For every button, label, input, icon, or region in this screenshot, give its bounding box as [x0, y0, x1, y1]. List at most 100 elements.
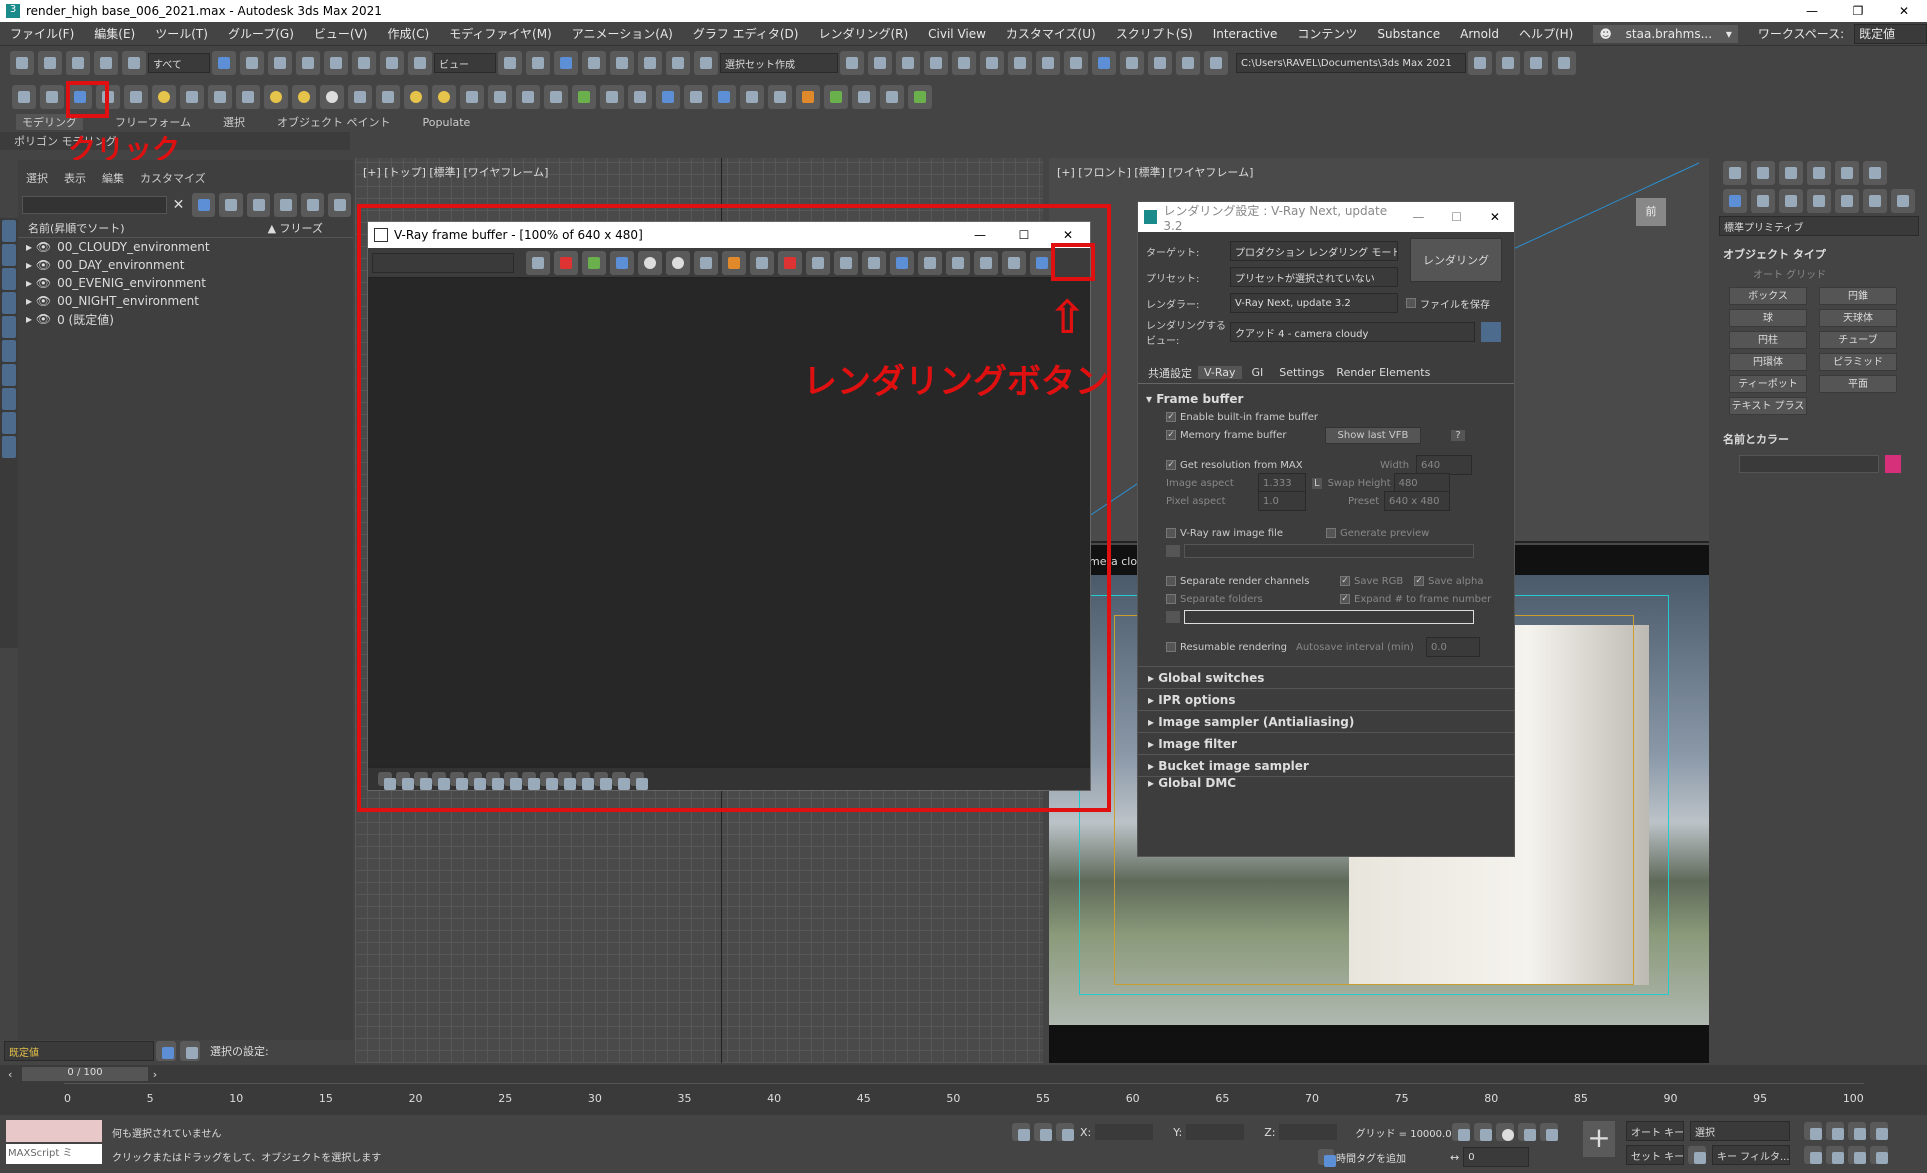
view-dropdown[interactable]: クアッド 4 - camera cloudy	[1230, 322, 1475, 342]
vray-sun-icon[interactable]	[236, 85, 260, 109]
project-path-dropdown[interactable]: C:\Users\RAVEL\Documents\3ds Max 2021	[1236, 53, 1466, 73]
menu-content[interactable]: コンテンツ	[1297, 25, 1357, 42]
scene-tab-select[interactable]: 選択	[26, 170, 48, 186]
vray-camera-icon[interactable]	[712, 85, 736, 109]
strip-btn-3[interactable]	[2, 268, 16, 290]
frame-arrows[interactable]: ↔	[1450, 1151, 1459, 1164]
lock-aspect-button[interactable]: L	[1312, 477, 1322, 489]
menu-arnold[interactable]: Arnold	[1460, 27, 1499, 41]
key-mode-icon[interactable]	[1688, 1146, 1706, 1164]
ribbon-tab-selection[interactable]: 選択	[223, 114, 245, 130]
layers-icon[interactable]	[273, 193, 297, 217]
menu-group[interactable]: グループ(G)	[228, 25, 294, 42]
maximize-button[interactable]: ❐	[1835, 4, 1881, 18]
list-icon[interactable]	[880, 85, 904, 109]
hierarchy-tab-icon[interactable]	[1779, 161, 1803, 185]
zoom-extents-all-icon[interactable]	[1870, 1122, 1888, 1140]
raw-path-browse[interactable]	[1166, 545, 1180, 557]
zoom-all-icon[interactable]	[1826, 1122, 1844, 1140]
select-manipulate-icon[interactable]	[526, 51, 550, 75]
tab-settings[interactable]: Settings	[1273, 366, 1330, 379]
redo-icon[interactable]	[38, 51, 62, 75]
menu-customize[interactable]: カスタマイズ(U)	[1006, 25, 1096, 42]
align-icon[interactable]	[868, 51, 892, 75]
vray-sphere-icon[interactable]	[320, 85, 344, 109]
unlink-icon[interactable]	[94, 51, 118, 75]
lock-view-icon[interactable]	[1481, 322, 1501, 342]
scene-tab-edit[interactable]: 編集	[102, 170, 124, 186]
rollout-bucket-sampler[interactable]: ▸ Bucket image sampler	[1138, 754, 1514, 776]
geosphere-button[interactable]: 天球体	[1819, 309, 1897, 327]
rollout-ipr-options[interactable]: ▸ IPR options	[1138, 688, 1514, 710]
maximize-viewport-icon[interactable]	[1870, 1146, 1888, 1164]
rs-minimize-button[interactable]: —	[1399, 210, 1437, 224]
z-coord-field[interactable]	[1279, 1124, 1338, 1140]
vray-cone-icon[interactable]	[376, 85, 400, 109]
menu-substance[interactable]: Substance	[1377, 27, 1440, 41]
cameras-icon[interactable]	[1807, 189, 1831, 213]
scene-tab-display[interactable]: 表示	[64, 170, 86, 186]
vray-teapot-icon[interactable]	[12, 85, 36, 109]
menu-animation[interactable]: アニメーション(A)	[572, 25, 673, 42]
snap-toggle-icon[interactable]	[582, 51, 606, 75]
scene-layer-row[interactable]: ▸ 👁 00_CLOUDY_environment	[18, 238, 353, 256]
autogrid-label[interactable]: オート グリッド	[1713, 266, 1927, 281]
primitive-type-dropdown[interactable]: 標準プリミティブ	[1719, 216, 1919, 236]
textplus-button[interactable]: テキスト プラス	[1729, 397, 1807, 415]
close-button[interactable]: ✕	[1881, 4, 1927, 18]
rollout-image-filter[interactable]: ▸ Image filter	[1138, 732, 1514, 754]
vray-env-icon[interactable]	[656, 85, 680, 109]
strip-btn-1[interactable]	[2, 220, 16, 242]
mirror-icon[interactable]	[840, 51, 864, 75]
quick-access-icon[interactable]	[1204, 51, 1228, 75]
vray-plane-icon[interactable]	[264, 85, 288, 109]
scene-layer-row[interactable]: ▸ 👁 00_EVENIG_environment	[18, 274, 353, 292]
rollout-global-dmc[interactable]: ▸ Global DMC	[1138, 776, 1514, 788]
image-icon[interactable]	[908, 85, 932, 109]
vray-sunlight-icon[interactable]	[404, 85, 428, 109]
vray-displace-icon[interactable]	[544, 85, 568, 109]
menu-modifiers[interactable]: モディファイヤ(M)	[449, 25, 552, 42]
width-field[interactable]: 640	[1416, 455, 1472, 475]
strip-btn-8[interactable]	[2, 388, 16, 410]
play-icon[interactable]	[1496, 1123, 1514, 1141]
vray-hair-icon[interactable]	[600, 85, 624, 109]
show-last-vfb-button[interactable]: Show last VFB	[1324, 426, 1422, 444]
timeline-ruler[interactable]: 0 5 10 15 20 25 30 35 40 45 50 55 60 65 …	[64, 1083, 1864, 1113]
workspace-dropdown[interactable]: 既定値	[1854, 23, 1927, 44]
tab-common[interactable]: 共通設定	[1142, 365, 1198, 381]
frame-buffer-header[interactable]: ▾ Frame buffer	[1146, 390, 1506, 408]
render-setup-toolbar-icon[interactable]	[1036, 51, 1060, 75]
autosave-field[interactable]: 0.0	[1426, 637, 1480, 657]
resumable-checkbox[interactable]	[1166, 642, 1176, 652]
vray-help-icon[interactable]	[768, 85, 792, 109]
fov-icon[interactable]	[1804, 1146, 1822, 1164]
rendered-frame-icon[interactable]	[1064, 51, 1088, 75]
plane-button[interactable]: 平面	[1819, 375, 1897, 393]
display-tab-icon[interactable]	[1835, 161, 1859, 185]
fp-icon[interactable]	[796, 85, 820, 109]
spinner-snap-icon[interactable]	[666, 51, 690, 75]
object-type-header[interactable]: オブジェクト タイプ	[1713, 246, 1927, 262]
save-rgb-checkbox[interactable]: ✓	[1340, 576, 1350, 586]
res-preset-dropdown[interactable]: 640 x 480	[1384, 491, 1450, 511]
rect-selection-icon[interactable]	[268, 51, 292, 75]
scene-layer-row[interactable]: ▸ 👁 00_NIGHT_environment	[18, 292, 353, 310]
current-frame-field[interactable]: 0	[1463, 1147, 1530, 1167]
ref-coord-dropdown[interactable]: ビュー	[434, 53, 496, 73]
scene-search-input[interactable]	[22, 196, 167, 214]
ribbon-toggle-icon[interactable]	[924, 51, 948, 75]
rollout-global-switches[interactable]: ▸ Global switches	[1138, 666, 1514, 688]
schematic-view-icon[interactable]	[980, 51, 1004, 75]
strip-btn-7[interactable]	[2, 364, 16, 386]
pan-icon[interactable]	[1826, 1146, 1844, 1164]
strip-btn-4[interactable]	[2, 292, 16, 314]
prev-key-icon[interactable]	[1474, 1123, 1492, 1141]
column-freeze-header[interactable]: ▲ フリーズ	[268, 220, 323, 236]
cylinder-button[interactable]: 円柱	[1729, 331, 1807, 349]
layer-manager-icon[interactable]	[156, 1041, 176, 1061]
vray-ambient-icon[interactable]	[208, 85, 232, 109]
column-name-header[interactable]: 名前(昇順でソート)	[28, 220, 268, 236]
abs-rel-icon[interactable]	[1056, 1123, 1074, 1141]
tab-gi[interactable]: GI	[1242, 366, 1274, 379]
